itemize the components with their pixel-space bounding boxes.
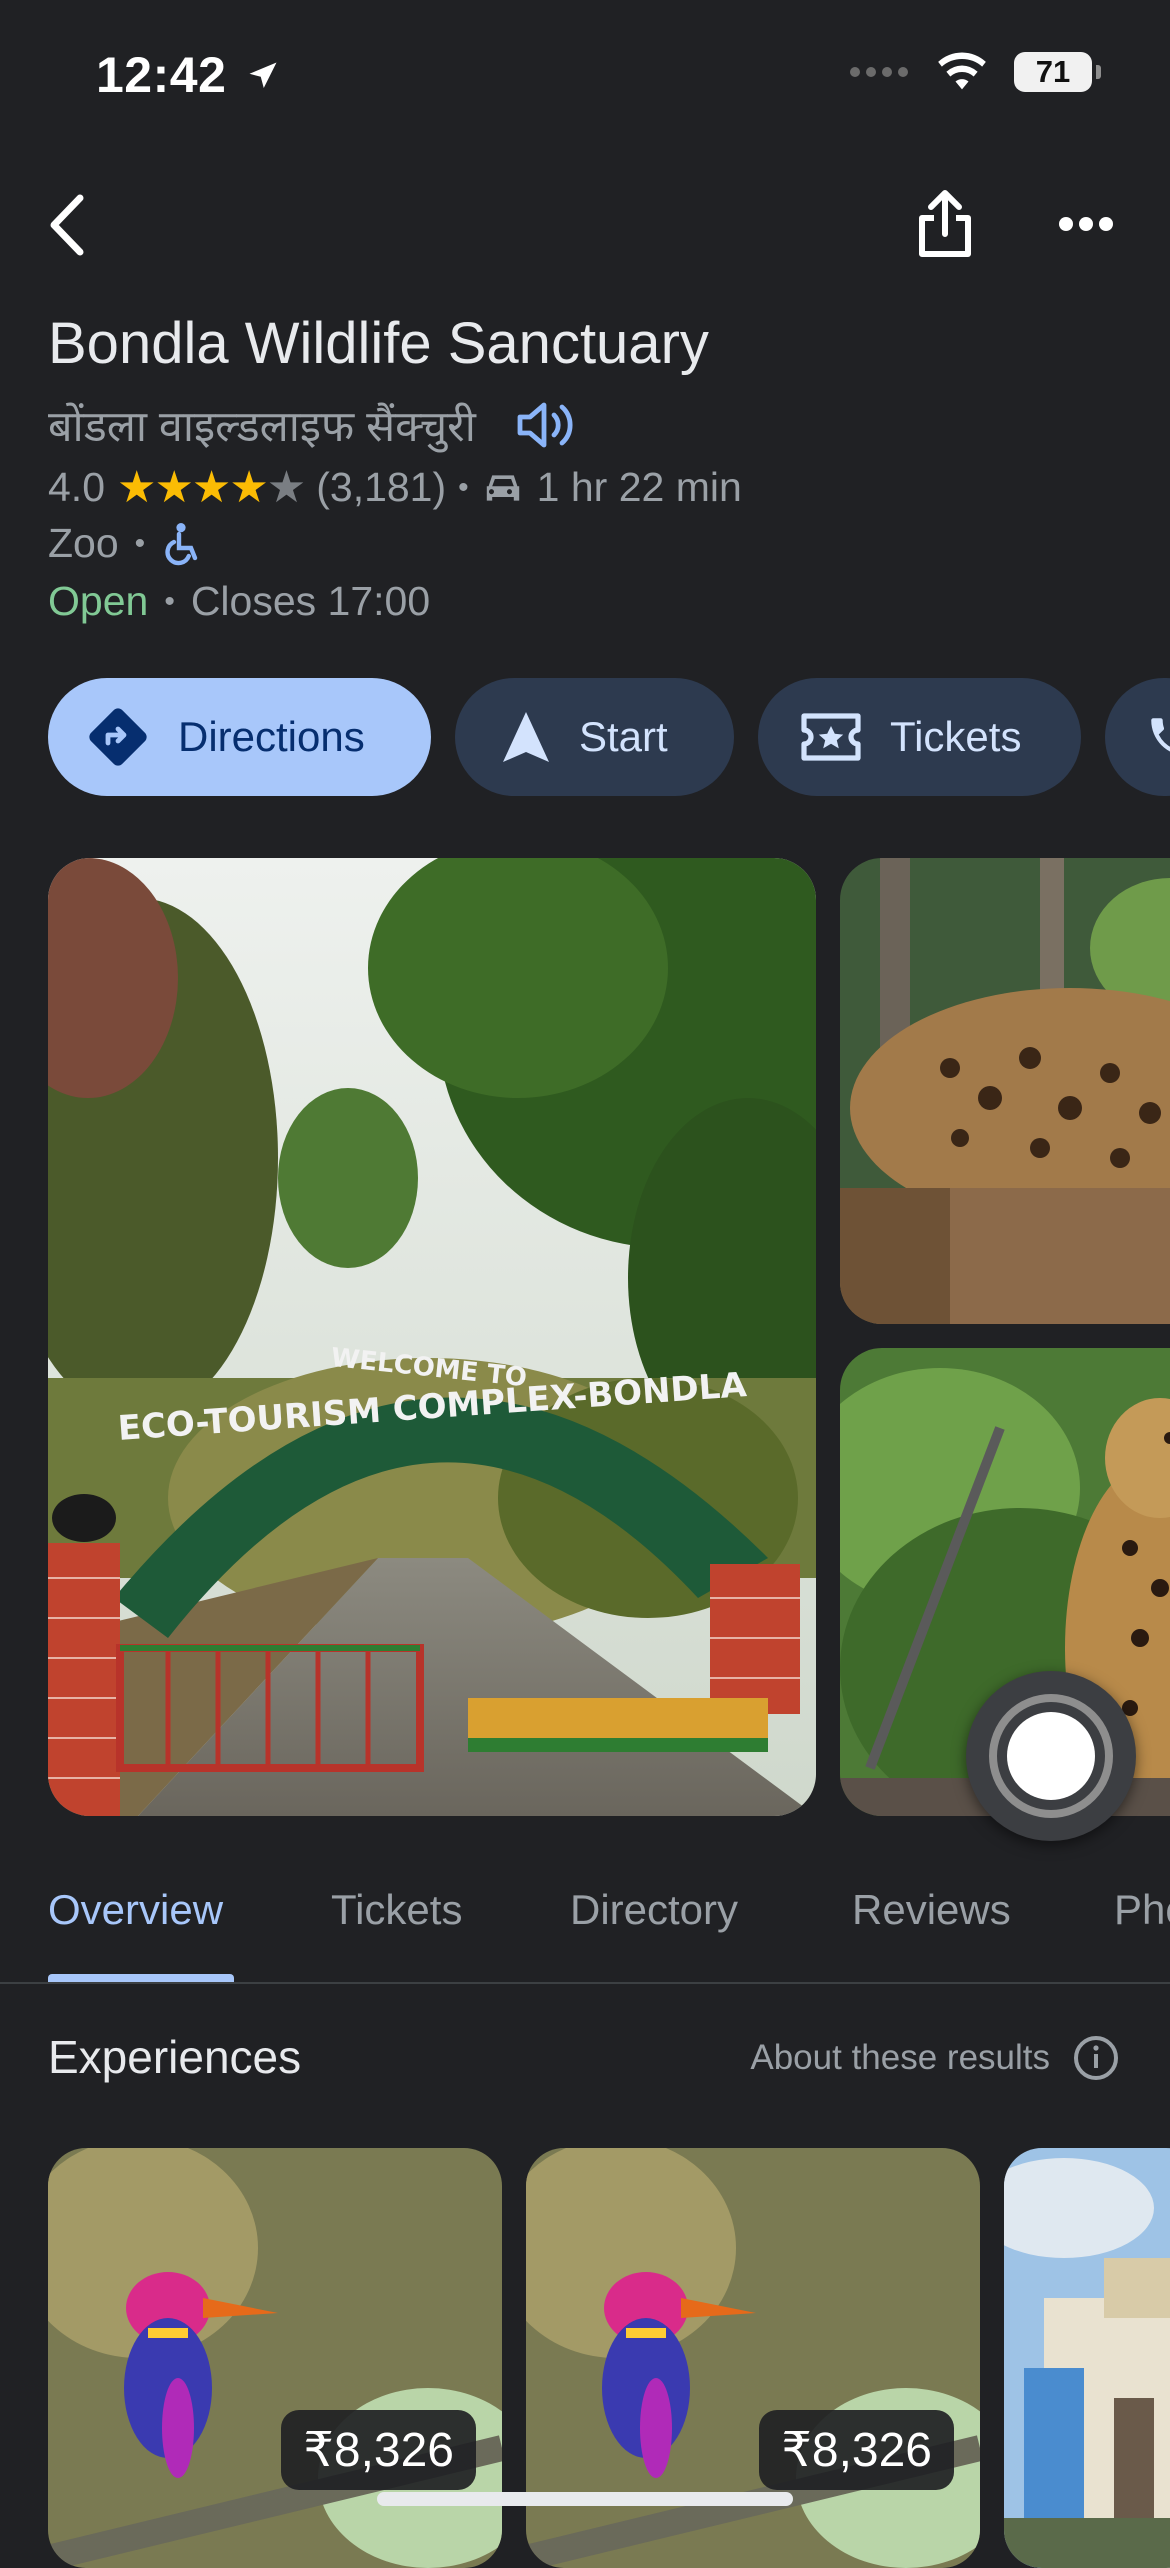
photo-leopard-resting[interactable] bbox=[840, 858, 1170, 1324]
home-indicator bbox=[377, 2492, 793, 2506]
location-arrow-icon bbox=[249, 62, 277, 88]
more-icon[interactable] bbox=[1058, 214, 1114, 234]
experience-card[interactable] bbox=[1004, 2148, 1170, 2568]
active-tab-indicator bbox=[48, 1974, 234, 1982]
phone-icon bbox=[1151, 718, 1170, 752]
rating-row[interactable]: 4.0 ★★★★★ (3,181) • 1 hr 22 min bbox=[48, 462, 742, 513]
closing-time: Closes 17:00 bbox=[190, 578, 431, 624]
status-icons: 71 bbox=[848, 52, 1101, 92]
experiences-title: Experiences bbox=[48, 2031, 302, 2083]
share-icon[interactable] bbox=[914, 188, 976, 260]
directions-icon bbox=[89, 708, 147, 766]
rating-value: 4.0 bbox=[48, 464, 105, 510]
tab-reviews[interactable]: Reviews bbox=[852, 1886, 1011, 1934]
tab-overview[interactable]: Overview bbox=[48, 1886, 223, 1934]
wheelchair-icon[interactable] bbox=[161, 522, 201, 566]
status-time: 12:42 bbox=[96, 46, 281, 104]
place-category: Zoo bbox=[48, 520, 119, 566]
separator-dot: • bbox=[164, 584, 175, 618]
camera-icon bbox=[989, 1694, 1113, 1818]
drive-time: 1 hr 22 min bbox=[536, 464, 742, 510]
tab-photos[interactable]: Pho bbox=[1114, 1886, 1170, 1934]
start-button[interactable]: Start bbox=[455, 678, 734, 796]
tab-tickets[interactable]: Tickets bbox=[331, 1886, 462, 1934]
add-photo-button[interactable] bbox=[966, 1671, 1136, 1841]
place-title: Bondla Wildlife Sanctuary bbox=[48, 311, 709, 376]
entrance-arch-illustration: WELCOME TO ECO-TOURISM COMPLEX-BONDLA bbox=[48, 858, 816, 1816]
navigation-icon bbox=[503, 712, 549, 762]
about-results-label: About these results bbox=[750, 2038, 1050, 2077]
star-rating: ★★★★★ bbox=[117, 463, 306, 512]
call-button[interactable] bbox=[1105, 678, 1170, 796]
experience-price: ₹8,326 bbox=[759, 2410, 954, 2490]
tab-directory[interactable]: Directory bbox=[570, 1886, 738, 1934]
main-photo-entrance-arch[interactable]: WELCOME TO ECO-TOURISM COMPLEX-BONDLA bbox=[48, 858, 816, 1816]
separator-dot: • bbox=[458, 470, 469, 504]
directions-label: Directions bbox=[178, 713, 365, 760]
category-row: Zoo • bbox=[48, 520, 201, 567]
review-count: (3,181) bbox=[316, 464, 447, 510]
ticket-icon bbox=[801, 713, 861, 761]
wifi-icon bbox=[938, 52, 986, 90]
separator-dot: • bbox=[134, 526, 146, 560]
open-status: Open bbox=[48, 578, 149, 624]
place-tabs: Overview Tickets Directory Reviews Pho bbox=[0, 1858, 1170, 1984]
car-icon bbox=[486, 474, 519, 501]
start-label: Start bbox=[579, 713, 668, 760]
temple-photo bbox=[1004, 2148, 1170, 2568]
tickets-label: Tickets bbox=[890, 713, 1022, 760]
back-arrow-icon[interactable] bbox=[44, 192, 90, 258]
cell-signal-icon bbox=[850, 67, 908, 77]
info-icon bbox=[1074, 2036, 1118, 2080]
speaker-icon[interactable] bbox=[514, 399, 574, 451]
leopard-resting-illustration bbox=[840, 858, 1170, 1324]
directions-button[interactable]: Directions bbox=[48, 678, 431, 796]
hours-row[interactable]: Open • Closes 17:00 bbox=[48, 578, 430, 625]
local-name-text: बोंडला वाइल्डलाइफ सैंक्चुरी bbox=[48, 403, 476, 451]
tickets-button[interactable]: Tickets bbox=[758, 678, 1081, 796]
about-results-link[interactable]: About these results bbox=[750, 2034, 1120, 2082]
place-local-name: बोंडला वाइल्डलाइफ सैंक्चुरी bbox=[48, 395, 574, 454]
experience-price: ₹8,326 bbox=[281, 2410, 476, 2490]
battery-indicator: 71 bbox=[1014, 52, 1101, 92]
